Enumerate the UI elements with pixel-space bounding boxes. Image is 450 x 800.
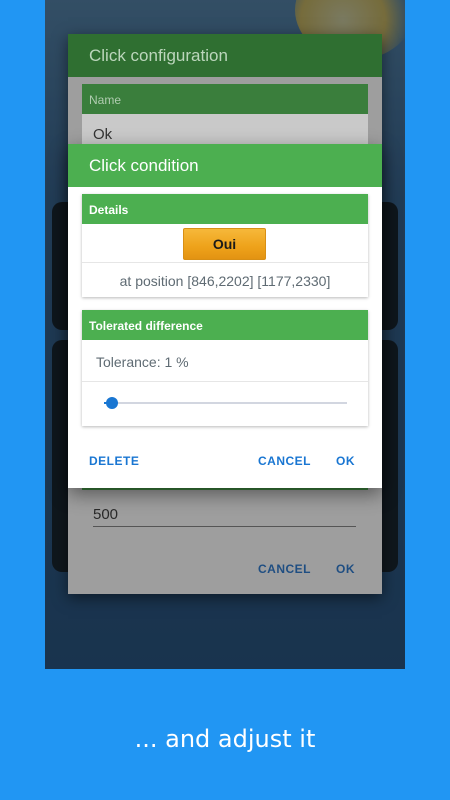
condition-image: Oui	[183, 228, 266, 260]
delay-section: 500	[82, 490, 368, 536]
details-section: Details Oui at position [846,2202] [1177…	[82, 194, 368, 297]
slider-track[interactable]	[104, 402, 347, 404]
tolerance-slider[interactable]	[82, 382, 368, 425]
delete-button[interactable]: DELETE	[89, 454, 139, 468]
ok-button[interactable]: OK	[336, 454, 355, 468]
tolerance-header: Tolerated difference	[82, 310, 368, 340]
tolerance-section: Tolerated difference Tolerance: 1 %	[82, 310, 368, 426]
cancel-button[interactable]: CANCEL	[258, 454, 311, 468]
back-dialog-actions: CANCEL OK	[68, 562, 382, 582]
position-text: at position [846,2202] [1177,2330]	[119, 273, 331, 289]
cancel-button[interactable]: CANCEL	[258, 562, 311, 576]
click-condition-dialog: Click condition Details Oui at position …	[68, 144, 382, 488]
tolerance-text: Tolerance: 1 %	[82, 340, 368, 382]
dialog-actions: DELETE CANCEL OK	[68, 454, 382, 474]
dialog-title: Click condition	[68, 144, 382, 187]
ok-button[interactable]: OK	[336, 562, 355, 576]
name-header: Name	[82, 84, 368, 114]
condition-image-row: Oui	[82, 224, 368, 263]
slider-thumb[interactable]	[106, 397, 119, 409]
delay-field[interactable]: 500	[93, 506, 356, 527]
details-header: Details	[82, 194, 368, 224]
caption-text: ... and adjust it	[134, 725, 316, 753]
name-field[interactable]: Ok	[82, 114, 368, 143]
dialog-title: Click configuration	[68, 34, 382, 77]
